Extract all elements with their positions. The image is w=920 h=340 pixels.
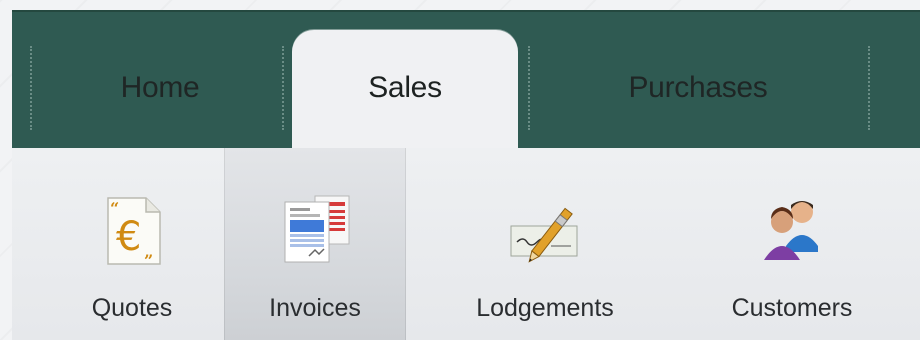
tab-separator bbox=[528, 46, 530, 130]
cheque-pen-icon bbox=[510, 207, 578, 263]
tab-sales[interactable]: Sales bbox=[292, 30, 518, 148]
tab-purchases-label: Purchases bbox=[628, 71, 768, 104]
tab-separator bbox=[868, 46, 870, 130]
quote-euro-icon: “ € ” bbox=[107, 197, 161, 268]
lodgements-button[interactable]: Lodgements bbox=[428, 148, 662, 340]
tab-purchases[interactable]: Purchases bbox=[548, 30, 848, 148]
customers-label: Customers bbox=[731, 294, 853, 322]
tab-separator bbox=[282, 46, 284, 130]
tab-home-label: Home bbox=[120, 71, 200, 104]
tab-separator bbox=[30, 46, 32, 130]
quotes-button[interactable]: “ € ” Quotes bbox=[52, 148, 212, 340]
svg-text:”: ” bbox=[144, 251, 153, 268]
quotes-label: Quotes bbox=[91, 294, 173, 322]
tab-home[interactable]: Home bbox=[60, 30, 260, 148]
tab-sales-label: Sales bbox=[368, 71, 442, 104]
invoices-label: Invoices bbox=[269, 294, 361, 322]
customers-people-icon bbox=[764, 201, 818, 260]
lodgements-label: Lodgements bbox=[476, 294, 614, 322]
svg-text:€: € bbox=[116, 214, 141, 260]
invoice-document-icon bbox=[284, 195, 350, 263]
invoices-button[interactable]: Invoices bbox=[224, 148, 406, 340]
customers-button[interactable]: Customers bbox=[704, 148, 880, 340]
